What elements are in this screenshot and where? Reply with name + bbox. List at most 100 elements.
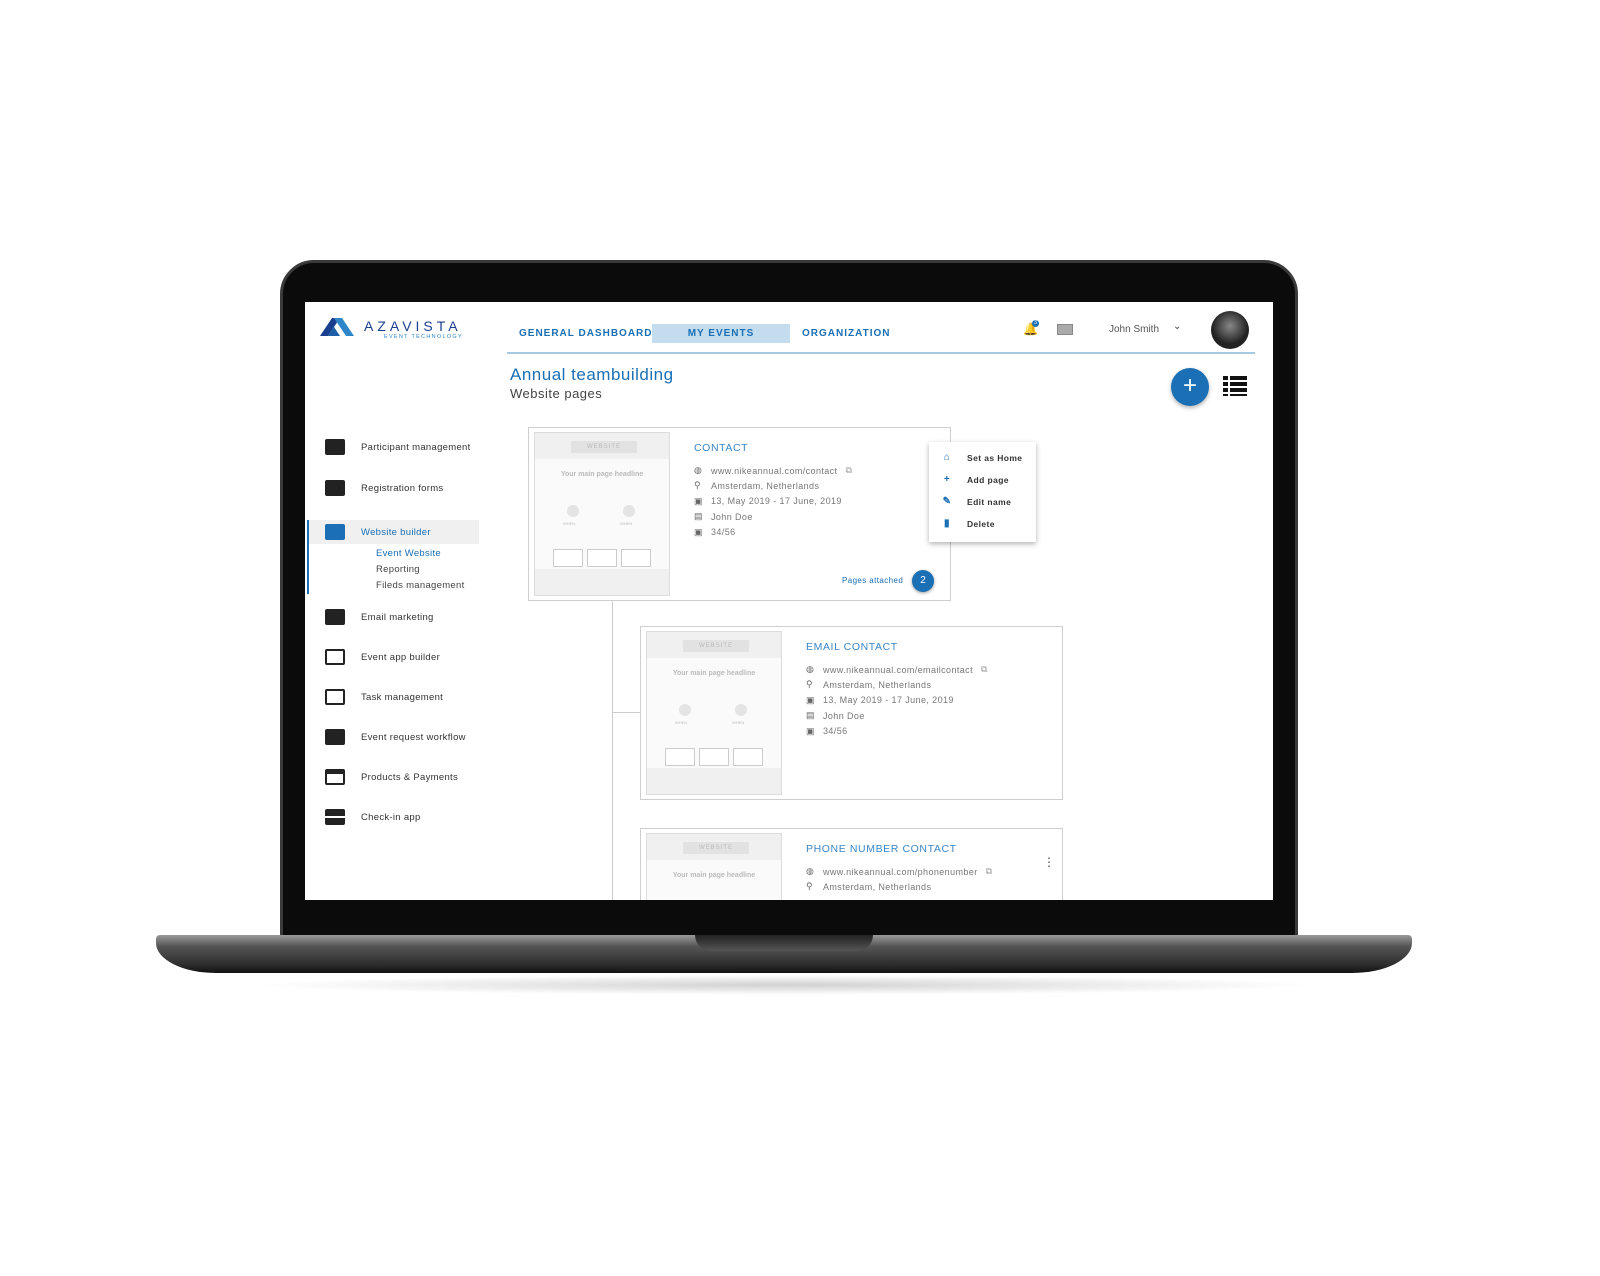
website-thumbnail: WEBSITE Your main page headline WHEN WHE… <box>646 631 782 795</box>
globe-icon: ◍ <box>806 664 815 674</box>
app-screen: AZAVISTA EVENT TECHNOLOGY GENERAL DASHBO… <box>305 302 1273 900</box>
website-thumbnail: WEBSITE Your main page headline WHEN WHE… <box>534 432 670 596</box>
sidebar-item-label: Registration forms <box>361 482 444 494</box>
sidebar-item-event-request-workflow[interactable]: Event request workflow <box>325 729 466 745</box>
menu-item-label: Add page <box>967 474 1009 485</box>
sidebar-item-registration-forms[interactable]: Registration forms <box>325 480 443 496</box>
mail-icon[interactable] <box>1057 324 1073 335</box>
sidebar-item-label: Products & Payments <box>361 771 459 783</box>
card-count: ▣ 34/56 <box>806 726 848 736</box>
calendar-icon: ▣ <box>806 725 815 736</box>
card-location: ⚲ Amsterdam, Netherlands <box>694 481 819 491</box>
card-dates-text: 13, May 2019 - 17 June, 2019 <box>823 695 954 705</box>
thumb-headline: Your main page headline <box>672 670 756 677</box>
avatar[interactable] <box>1211 311 1249 349</box>
page-title: Annual teambuilding <box>510 365 674 384</box>
home-icon: ⌂ <box>943 452 951 463</box>
thumb-when: WHEN <box>675 720 688 725</box>
logo[interactable]: AZAVISTA EVENT TECHNOLOGY <box>320 316 462 343</box>
tree-connector <box>612 600 613 900</box>
pencil-icon: ✎ <box>942 496 952 507</box>
notification-badge: 3 <box>1032 320 1039 327</box>
sidebar-item-label: Event request workflow <box>361 731 466 743</box>
person-icon <box>325 439 345 455</box>
menu-item-delete[interactable]: ▮ Delete <box>939 518 995 529</box>
notification-bell-icon[interactable]: 🔔 3 <box>1023 320 1039 336</box>
add-page-button[interactable]: + <box>1171 368 1209 406</box>
card-dates: ▣ 13, May 2019 - 17 June, 2019 <box>694 496 842 506</box>
server-icon <box>325 809 345 825</box>
contact-mail-icon <box>325 609 345 625</box>
id-card-icon: ▤ <box>806 710 815 720</box>
thumb-when: WHEN <box>620 521 633 526</box>
location-pin-icon: ⚲ <box>806 881 813 891</box>
card-owner: ▤ John Doe <box>806 711 865 721</box>
card-dates-text: 13, May 2019 - 17 June, 2019 <box>711 496 842 506</box>
globe-icon: ◍ <box>806 866 815 876</box>
sidebar-subitem-reporting[interactable]: Reporting <box>376 564 420 575</box>
menu-item-label: Edit name <box>967 496 1012 507</box>
menu-item-label: Set as Home <box>967 452 1023 463</box>
tab-my-events[interactable]: MY EVENTS <box>652 324 790 343</box>
app-settings-icon <box>325 649 345 665</box>
menu-item-edit-name[interactable]: ✎ Edit name <box>939 496 1011 507</box>
brand-tagline: EVENT TECHNOLOGY <box>384 334 463 340</box>
card-location: ⚲ Amsterdam, Netherlands <box>806 882 931 892</box>
nav-divider <box>507 352 1255 354</box>
card-url: ◍ www.nikeannual.com/emailcontact ⧉ <box>806 664 988 675</box>
sidebar-item-participant-management[interactable]: Participant management <box>325 439 471 455</box>
card-owner-text: John Doe <box>823 710 865 721</box>
sidebar-item-website-builder[interactable]: Website builder <box>325 524 431 540</box>
tab-general-dashboard[interactable]: GENERAL DASHBOARD <box>519 324 653 343</box>
card-title: PHONE NUMBER CONTACT <box>806 843 957 855</box>
sidebar-item-label: Task management <box>361 691 444 703</box>
sidebar-item-email-marketing[interactable]: Email marketing <box>325 609 434 625</box>
card-url: ◍ www.nikeannual.com/phonenumber ⧉ <box>806 866 992 877</box>
sidebar-item-label: Check-in app <box>361 811 421 823</box>
card-url-text: www.nikeannual.com/phonenumber <box>823 866 978 877</box>
globe-icon: ◍ <box>694 465 703 475</box>
sidebar-item-label: Event app builder <box>361 651 441 663</box>
trash-icon: ▮ <box>944 518 950 529</box>
plus-icon: + <box>943 474 951 485</box>
form-icon <box>325 480 345 496</box>
pages-attached-label[interactable]: Pages attached <box>842 576 903 585</box>
page-card-email-contact[interactable]: WEBSITE Your main page headline WHEN WHE… <box>640 626 1063 800</box>
sidebar-subitem-event-website[interactable]: Event Website <box>376 548 441 559</box>
tab-organization[interactable]: ORGANIZATION <box>802 324 890 343</box>
thumb-headline: Your main page headline <box>672 872 756 879</box>
list-view-icon[interactable] <box>1223 376 1247 396</box>
sidebar-item-event-app-builder[interactable]: Event app builder <box>325 649 440 665</box>
logo-icon <box>320 318 354 336</box>
user-name[interactable]: John Smith <box>1109 324 1159 335</box>
copy-icon[interactable]: ⧉ <box>986 866 993 877</box>
menu-item-set-as-home[interactable]: ⌂ Set as Home <box>939 452 1022 463</box>
card-location-text: Amsterdam, Netherlands <box>823 679 932 690</box>
card-owner-text: John Doe <box>711 511 753 522</box>
sidebar-item-products-payments[interactable]: Products & Payments <box>325 769 458 785</box>
page-card-contact[interactable]: WEBSITE Your main page headline WHEN WHE… <box>528 427 951 601</box>
card-url-text: www.nikeannual.com/emailcontact <box>823 664 973 675</box>
menu-item-add-page[interactable]: + Add page <box>939 474 1009 485</box>
copy-icon[interactable]: ⧉ <box>845 465 852 476</box>
page-subtitle: Website pages <box>510 386 603 401</box>
location-pin-icon: ⚲ <box>806 679 813 689</box>
id-card-icon: ▤ <box>694 511 703 521</box>
page-card-phone-number-contact[interactable]: WEBSITE Your main page headline WHEN WHE… <box>640 828 1063 900</box>
calendar-icon: ▣ <box>694 495 703 506</box>
copy-icon[interactable]: ⧉ <box>981 664 988 675</box>
card-count-text: 34/56 <box>711 527 736 537</box>
pages-count-badge[interactable]: 2 <box>912 570 934 592</box>
sidebar-subitem-fields-management[interactable]: Fileds management <box>376 580 465 591</box>
sidebar-item-check-in-app[interactable]: Check-in app <box>325 809 421 825</box>
laptop-notch <box>695 935 873 951</box>
sidebar-item-label: Website builder <box>361 526 431 538</box>
sidebar-item-task-management[interactable]: Task management <box>325 689 443 705</box>
chevron-down-icon[interactable]: ⌄ <box>1173 321 1181 332</box>
calendar-icon <box>325 689 345 705</box>
tree-connector <box>612 712 640 713</box>
sidebar-item-label: Participant management <box>361 441 471 453</box>
card-url-text: www.nikeannual.com/contact <box>711 465 838 476</box>
more-vert-icon[interactable]: ⋮ <box>1043 855 1055 869</box>
card-title: EMAIL CONTACT <box>806 641 898 653</box>
